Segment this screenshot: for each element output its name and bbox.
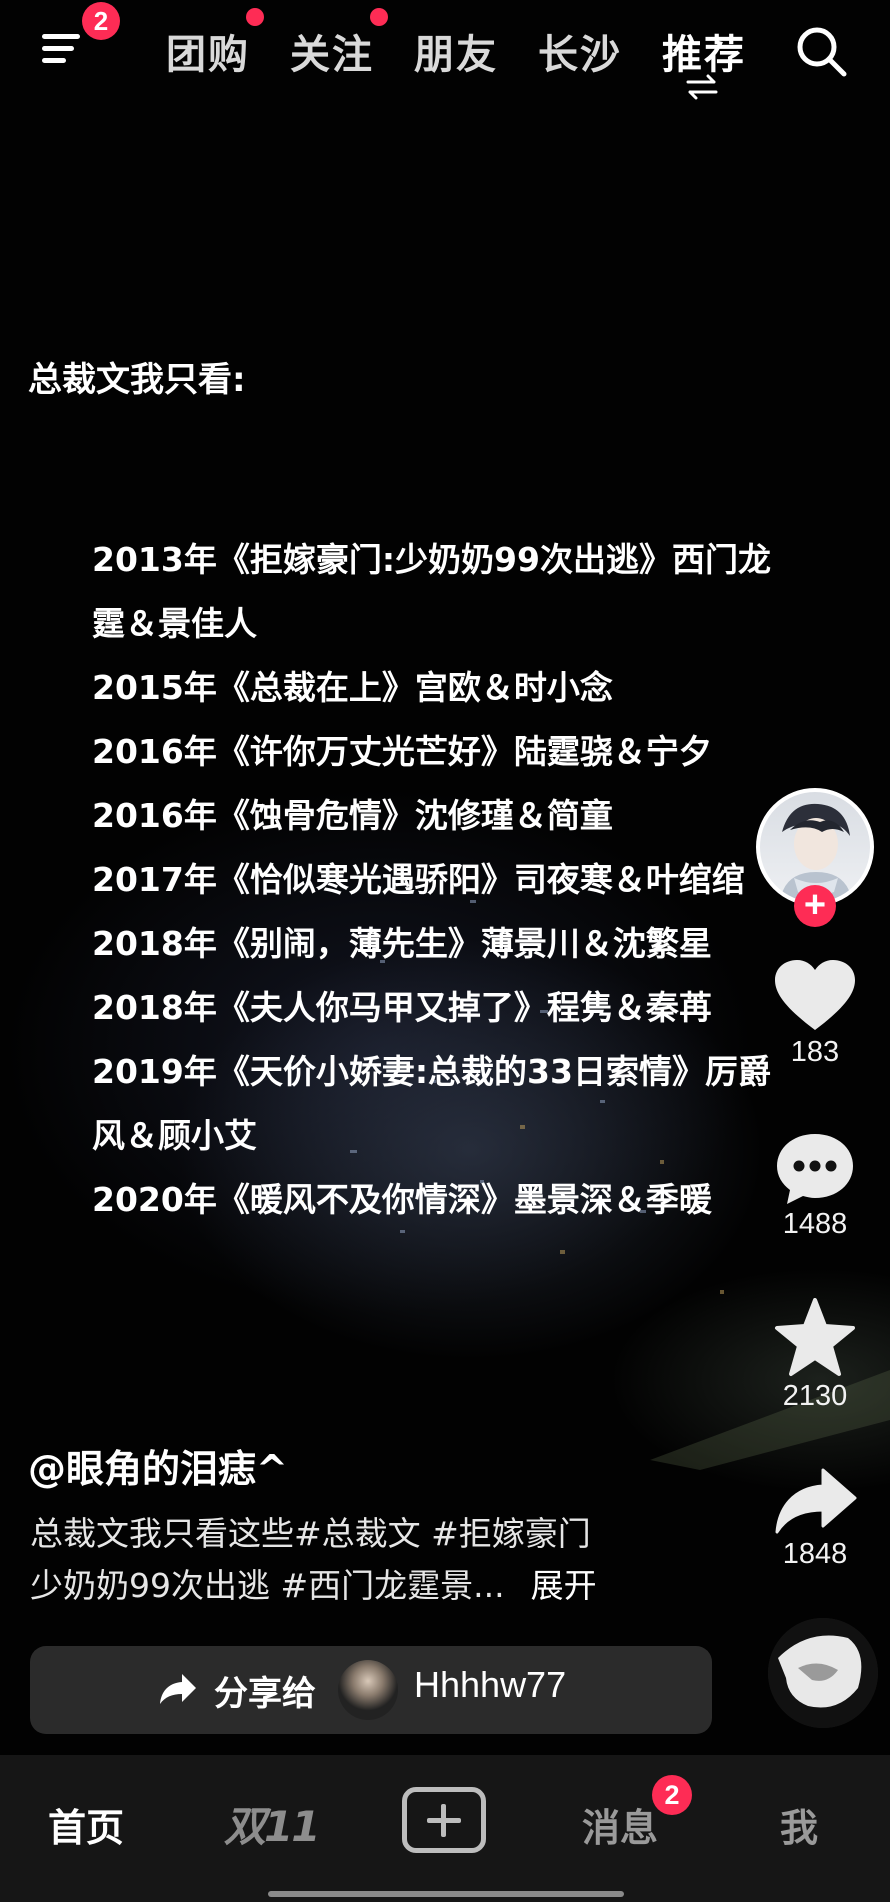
like-action[interactable]: 183 [740, 958, 890, 1069]
music-disc[interactable] [768, 1618, 878, 1728]
music-cover-art [768, 1618, 878, 1728]
nav-messages[interactable]: 消息 [582, 1797, 658, 1852]
share-arrow-icon [160, 1674, 196, 1704]
like-count: 183 [790, 1036, 840, 1068]
share-label: 分享给 [214, 1674, 316, 1714]
friend-username: Hhhhw77 [414, 1664, 567, 1705]
nav-home[interactable]: 首页 [48, 1797, 124, 1852]
tab-following-dot [370, 8, 388, 26]
overlay-line: 2016年《蚀骨危情》沈修瑾＆简童 [92, 796, 613, 835]
tab-friends[interactable]: 朋友 [414, 22, 498, 80]
favorite-count: 2130 [782, 1380, 848, 1412]
swap-arrows-icon[interactable] [684, 74, 720, 100]
home-indicator [268, 1891, 624, 1897]
overlay-line: 风＆顾小艾 [92, 1116, 257, 1155]
messages-badge: 2 [652, 1775, 692, 1815]
share-to-friend-bar[interactable]: 分享给 Hhhhw77 [30, 1646, 712, 1734]
overlay-line: 2015年《总裁在上》宫欧＆时小念 [92, 668, 613, 707]
friend-avatar [338, 1660, 398, 1720]
overlay-line: 霆＆景佳人 [92, 604, 257, 643]
caption[interactable]: 总裁文我只看这些#总裁文 #拒嫁豪门 少奶奶99次出逃 #西门龙霆景... 展开 [30, 1508, 670, 1612]
tab-group-buy[interactable]: 团购 [166, 22, 250, 80]
favorite-action[interactable]: 2130 [740, 1298, 890, 1413]
star-icon[interactable] [773, 1298, 857, 1378]
overlay-line: 2016年《许你万丈光芒好》陆霆骁＆宁夕 [92, 732, 712, 771]
overlay-line: 2020年《暖风不及你情深》墨景深＆季暖 [92, 1180, 712, 1219]
overlay-line: 2013年《拒嫁豪门:少奶奶99次出逃》西门龙 [92, 540, 771, 579]
overlay-heading: 总裁文我只看: [28, 360, 246, 400]
author-name[interactable]: @眼角的泪痣^ [28, 1438, 288, 1493]
overlay-line: 2017年《恰似寒光遇骄阳》司夜寒＆叶绾绾 [92, 860, 745, 899]
heart-icon[interactable] [773, 958, 857, 1034]
bottom-nav: 首页 双11 消息 2 我 [0, 1755, 890, 1902]
menu-icon[interactable] [42, 28, 90, 68]
creator-avatar-wrap[interactable]: + [756, 788, 874, 927]
overlay-line: 2019年《天价小娇妻:总裁的33日索情》厉爵 [92, 1052, 771, 1091]
comment-icon[interactable] [773, 1130, 857, 1206]
follow-button[interactable]: + [794, 885, 836, 927]
tab-local-city[interactable]: 长沙 [538, 22, 622, 80]
caption-line: 少奶奶99次出逃 #西门龙霆景... 展开 [30, 1560, 670, 1612]
overlay-list: 2013年《拒嫁豪门:少奶奶99次出逃》西门龙 霆＆景佳人 2015年《总裁在上… [92, 528, 822, 1232]
expand-button[interactable]: 展开 [531, 1566, 597, 1605]
comment-action[interactable]: 1488 [740, 1130, 890, 1241]
caption-line: 总裁文我只看这些#总裁文 #拒嫁豪门 [30, 1514, 591, 1553]
share-count: 1848 [782, 1538, 848, 1570]
top-bar: 2 团购 关注 朋友 长沙 推荐 [0, 0, 890, 110]
overlay-line: 2018年《夫人你马甲又掉了》程隽＆秦苒 [92, 988, 712, 1027]
caption-line-text: 少奶奶99次出逃 #西门龙霆景... [30, 1566, 505, 1605]
search-icon[interactable] [794, 24, 848, 78]
tab-recommended[interactable]: 推荐 [662, 22, 746, 80]
create-post-button[interactable] [402, 1787, 486, 1853]
share-arrow-icon[interactable] [773, 1466, 857, 1536]
nav-me[interactable]: 我 [780, 1797, 818, 1852]
share-action[interactable]: 1848 [740, 1466, 890, 1571]
comment-count: 1488 [782, 1208, 848, 1240]
menu-badge: 2 [82, 2, 120, 40]
tab-following[interactable]: 关注 [290, 22, 374, 80]
nav-double11[interactable]: 双11 [224, 1793, 320, 1854]
tab-group-buy-dot [246, 8, 264, 26]
overlay-line: 2018年《别闹，薄先生》薄景川＆沈繁星 [92, 924, 712, 963]
